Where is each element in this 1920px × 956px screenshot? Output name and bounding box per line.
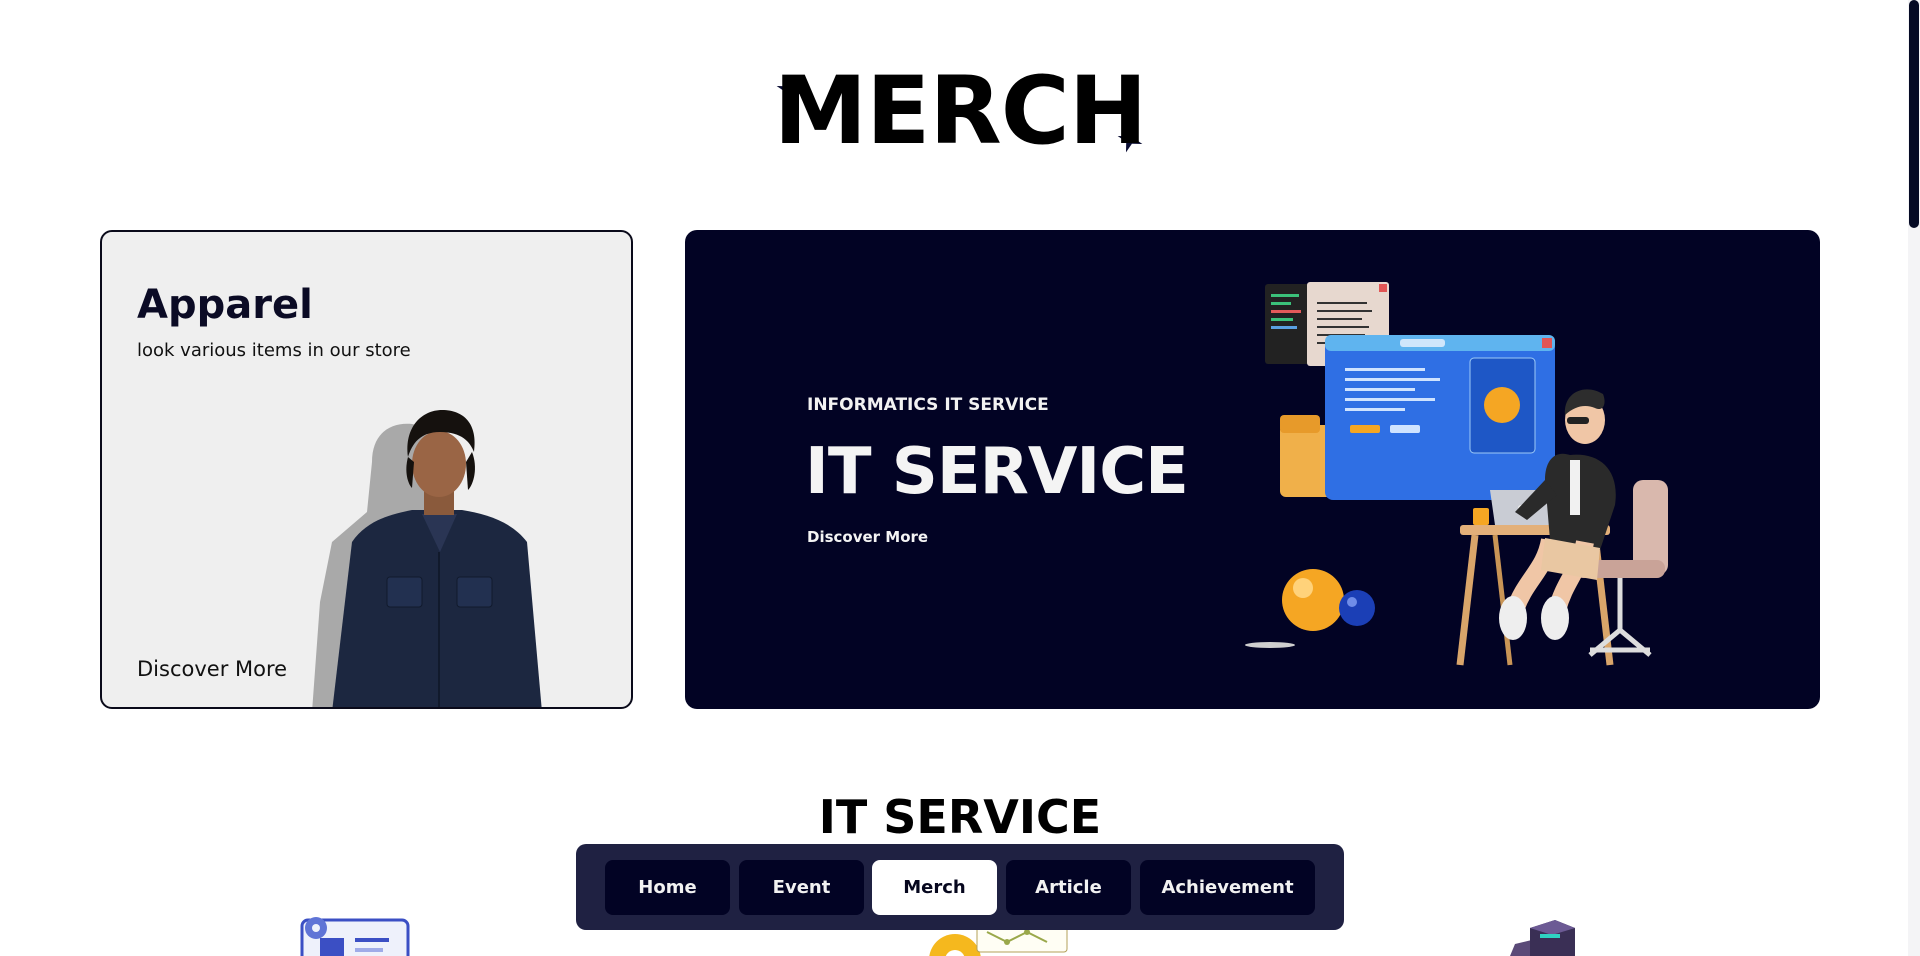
apparel-discover-more-link[interactable]: Discover More: [137, 657, 287, 681]
nav-home[interactable]: Home: [605, 860, 730, 915]
bottom-nav: Home Event Merch Article Achievement: [576, 844, 1344, 930]
model-photo: [312, 402, 552, 707]
service-illustration-left: [280, 912, 430, 956]
nav-merch[interactable]: Merch: [872, 860, 997, 915]
service-illustration-right: [1470, 918, 1580, 956]
nav-event[interactable]: Event: [739, 860, 864, 915]
apparel-title: Apparel: [137, 282, 313, 328]
nav-achievement[interactable]: Achievement: [1140, 860, 1315, 915]
nav-article[interactable]: Article: [1006, 860, 1131, 915]
gear-icon: [305, 917, 327, 939]
it-service-card[interactable]: INFORMATICS IT SERVICE IT SERVICE Discov…: [685, 230, 1820, 709]
apparel-subtitle: look various items in our store: [137, 340, 411, 361]
page-title: MERCH: [773, 57, 1148, 166]
it-service-illustration: [1245, 280, 1690, 690]
it-service-eyebrow: INFORMATICS IT SERVICE: [807, 395, 1049, 415]
it-service-discover-more-link[interactable]: Discover More: [807, 528, 928, 546]
section-title: IT SERVICE: [818, 790, 1102, 844]
it-service-title: IT SERVICE: [805, 435, 1189, 509]
apparel-card[interactable]: Apparel look various items in our store …: [100, 230, 633, 709]
